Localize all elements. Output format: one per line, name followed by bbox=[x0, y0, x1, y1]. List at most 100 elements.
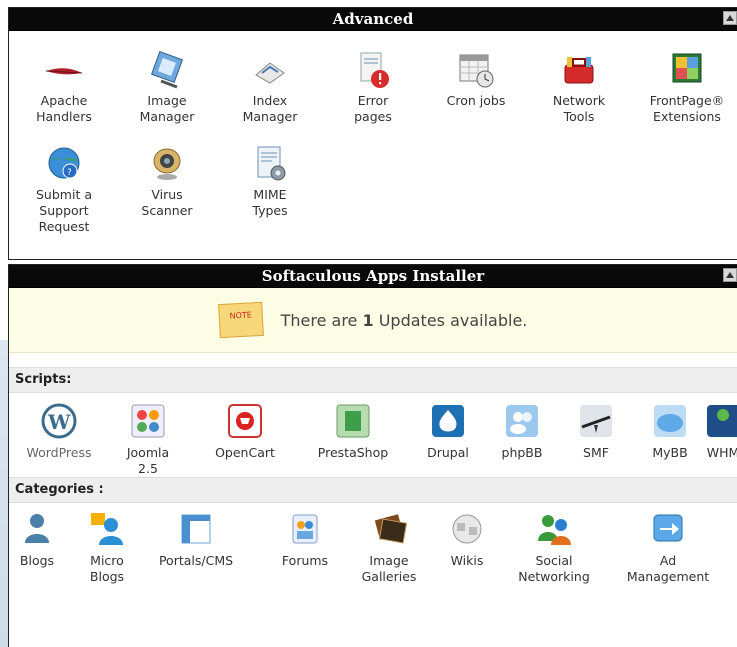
feather-icon bbox=[45, 68, 83, 75]
notice-text-post: Updates available. bbox=[373, 310, 528, 330]
frontpage-extensions-link[interactable]: FrontPage® Extensions bbox=[637, 51, 737, 125]
cron-jobs-link[interactable]: Cron jobs bbox=[431, 51, 521, 109]
category-label: Micro Blogs bbox=[89, 553, 125, 584]
apache-handlers-link[interactable]: Apache Handlers bbox=[19, 51, 109, 125]
note-icon: NOTE bbox=[217, 301, 264, 339]
advanced-panel-header[interactable]: Advanced bbox=[9, 8, 737, 31]
script-label: phpBB bbox=[501, 445, 543, 460]
drupal-icon bbox=[432, 405, 464, 437]
photos-icon bbox=[374, 514, 408, 544]
portal-icon bbox=[181, 514, 211, 544]
arrow-sign-icon bbox=[653, 514, 683, 542]
error-pages-link[interactable]: Error pages bbox=[328, 51, 418, 125]
item-label: Network Tools bbox=[552, 93, 606, 124]
category-portals-cms-link[interactable]: Portals/CMS bbox=[149, 511, 243, 569]
smf-icon bbox=[580, 405, 612, 437]
category-label: Forums bbox=[281, 553, 329, 568]
category-blogs-link[interactable]: Blogs bbox=[11, 511, 63, 569]
category-social-networking-link[interactable]: Social Networking bbox=[507, 511, 601, 585]
document-gear-icon bbox=[257, 146, 286, 181]
joomla-link[interactable]: Joomla 2.5 bbox=[113, 403, 183, 477]
wordpress-icon: W bbox=[41, 403, 77, 439]
category-micro-blogs-link[interactable]: Micro Blogs bbox=[73, 511, 141, 585]
script-label: WHM bbox=[706, 445, 737, 460]
phpbb-link[interactable]: phpBB bbox=[487, 403, 557, 461]
phpbb-icon bbox=[506, 405, 538, 437]
script-label: OpenCart bbox=[215, 445, 275, 460]
network-tools-link[interactable]: Network Tools bbox=[534, 51, 624, 125]
notice-text-pre: There are bbox=[280, 310, 363, 330]
category-label: Blogs bbox=[19, 553, 55, 568]
support-globe-icon: ? bbox=[48, 147, 80, 179]
mybb-link[interactable]: MyBB bbox=[635, 403, 705, 461]
script-label: SMF bbox=[583, 445, 609, 460]
item-label: Index Manager bbox=[242, 93, 298, 124]
softaculous-panel-title: Softaculous Apps Installer bbox=[261, 267, 485, 285]
opencart-icon bbox=[228, 404, 262, 438]
prestashop-link[interactable]: PrestaShop bbox=[305, 403, 401, 461]
category-forums-link[interactable]: Forums bbox=[265, 511, 345, 569]
category-label: Social Networking bbox=[518, 553, 590, 584]
script-label: WordPress bbox=[26, 445, 92, 460]
update-count: 1 bbox=[362, 310, 374, 330]
scripts-label: Scripts: bbox=[15, 372, 72, 387]
note-badge-text: NOTE bbox=[229, 310, 252, 321]
item-label: MIME Types bbox=[252, 187, 288, 218]
image-manager-icon bbox=[150, 51, 184, 89]
script-label: Joomla 2.5 bbox=[126, 445, 170, 476]
item-label: Apache Handlers bbox=[36, 93, 92, 124]
index-manager-link[interactable]: Index Manager bbox=[225, 51, 315, 125]
image-manager-link[interactable]: Image Manager bbox=[122, 51, 212, 125]
calendar-clock-icon bbox=[459, 54, 494, 88]
people-icon bbox=[538, 515, 571, 545]
item-label: Virus Scanner bbox=[141, 187, 193, 218]
virus-scanner-link[interactable]: Virus Scanner bbox=[122, 145, 212, 219]
person-icon bbox=[25, 514, 49, 543]
smf-link[interactable]: SMF bbox=[561, 403, 631, 461]
updates-message[interactable]: There are 1 Updates available. bbox=[281, 311, 528, 330]
category-label: Wikis bbox=[450, 553, 484, 568]
advanced-panel: Advanced Apache Handlers Image Manager I… bbox=[8, 7, 737, 260]
category-image-galleries-link[interactable]: Image Galleries bbox=[349, 511, 429, 585]
mime-types-link[interactable]: MIME Types bbox=[225, 145, 315, 219]
script-label: Drupal bbox=[427, 445, 469, 460]
updates-notice: NOTE There are 1 Updates available. bbox=[9, 288, 737, 353]
error-pages-icon bbox=[360, 52, 389, 88]
script-label: PrestaShop bbox=[317, 445, 389, 460]
advanced-panel-title: Advanced bbox=[332, 10, 414, 28]
item-label: Submit a Support Request bbox=[36, 187, 92, 234]
webcam-icon bbox=[153, 148, 181, 180]
item-label: Cron jobs bbox=[446, 93, 506, 108]
scripts-grid: W WordPress Joomla 2.5 OpenCart PrestaSh… bbox=[9, 393, 737, 476]
person-note-icon bbox=[91, 513, 123, 545]
joomla-icon bbox=[131, 404, 165, 438]
index-manager-icon bbox=[255, 62, 285, 84]
item-label: Image Manager bbox=[139, 93, 195, 124]
opencart-link[interactable]: OpenCart bbox=[205, 403, 285, 461]
puzzle-globe-icon bbox=[452, 514, 482, 544]
collapse-icon[interactable] bbox=[723, 11, 737, 25]
whm-link[interactable]: WHM bbox=[703, 403, 737, 461]
forum-icon bbox=[292, 514, 318, 544]
category-wikis-link[interactable]: Wikis bbox=[437, 511, 497, 569]
puzzle-icon bbox=[672, 53, 702, 83]
category-label: Image Galleries bbox=[361, 553, 417, 584]
category-label: Portals/CMS bbox=[158, 553, 234, 568]
category-ad-management-link[interactable]: Ad Management bbox=[613, 511, 723, 585]
categories-section-header: Categories : bbox=[9, 477, 737, 503]
scripts-section-header: Scripts: bbox=[9, 367, 737, 393]
mybb-icon bbox=[654, 405, 686, 437]
script-label: MyBB bbox=[652, 445, 688, 460]
svg-text:?: ? bbox=[67, 168, 72, 178]
drupal-link[interactable]: Drupal bbox=[413, 403, 483, 461]
collapse-icon[interactable] bbox=[723, 268, 737, 282]
toolbox-icon bbox=[564, 57, 594, 84]
submit-support-request-link[interactable]: ? Submit a Support Request bbox=[19, 145, 109, 235]
item-label: FrontPage® Extensions bbox=[649, 93, 725, 124]
wordpress-link[interactable]: W WordPress bbox=[11, 403, 107, 461]
categories-label: Categories : bbox=[15, 482, 104, 497]
softaculous-panel: Softaculous Apps Installer NOTE There ar… bbox=[8, 264, 737, 647]
prestashop-icon bbox=[336, 404, 370, 438]
softaculous-panel-header[interactable]: Softaculous Apps Installer bbox=[9, 265, 737, 288]
item-label: Error pages bbox=[354, 93, 392, 124]
